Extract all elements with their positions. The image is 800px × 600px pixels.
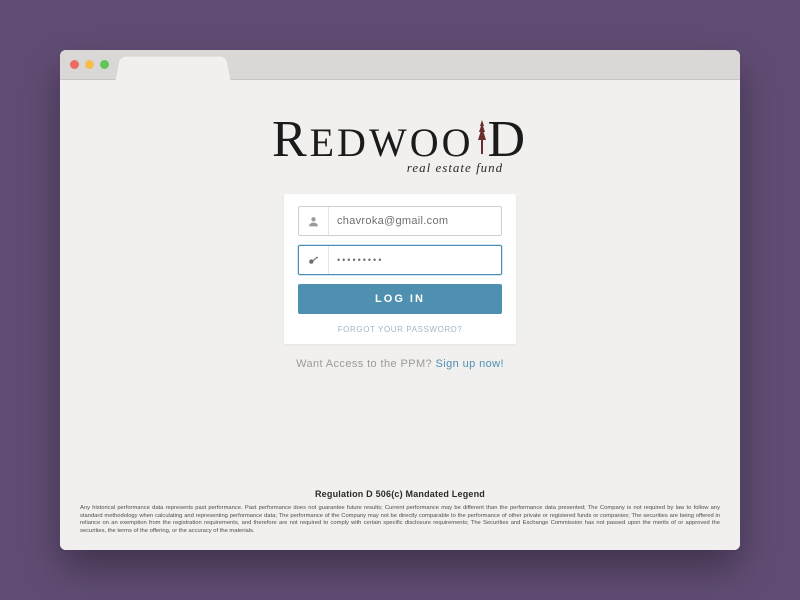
logo-cap-d: D: [487, 119, 528, 161]
brand-logo: REDWOOD real estate fund: [272, 118, 528, 176]
close-window-button[interactable]: [70, 60, 79, 69]
logo-cap-r: R: [272, 119, 310, 161]
signup-prompt-text: Want Access to the PPM?: [296, 358, 435, 370]
signup-link[interactable]: Sign up now!: [436, 358, 504, 370]
legal-body: Any historical performance data represen…: [80, 505, 720, 536]
signup-prompt-row: Want Access to the PPM? Sign up now!: [296, 358, 504, 370]
minimize-window-button[interactable]: [85, 60, 94, 69]
browser-window: REDWOOD real estate fund LOG IN FORGOT Y…: [60, 50, 740, 550]
password-field-wrapper: [298, 245, 502, 275]
page-viewport: REDWOOD real estate fund LOG IN FORGOT Y…: [60, 80, 740, 550]
logo-wordmark: REDWOO D: [272, 118, 528, 166]
browser-tab[interactable]: [116, 57, 231, 81]
logo-mid: EDWOO: [310, 119, 474, 166]
email-input[interactable]: [329, 215, 501, 227]
login-card: LOG IN FORGOT YOUR PASSWORD?: [284, 194, 516, 344]
window-controls: [70, 60, 109, 69]
legal-title: Regulation D 506(c) Mandated Legend: [80, 489, 720, 499]
login-button[interactable]: LOG IN: [298, 284, 502, 314]
password-input[interactable]: [329, 255, 501, 265]
maximize-window-button[interactable]: [100, 60, 109, 69]
user-icon: [299, 207, 329, 235]
browser-chrome-bar: [60, 50, 740, 80]
email-field-wrapper: [298, 206, 502, 236]
legal-footer: Regulation D 506(c) Mandated Legend Any …: [80, 489, 720, 536]
forgot-password-link[interactable]: FORGOT YOUR PASSWORD?: [298, 323, 502, 334]
key-icon: [299, 246, 329, 274]
